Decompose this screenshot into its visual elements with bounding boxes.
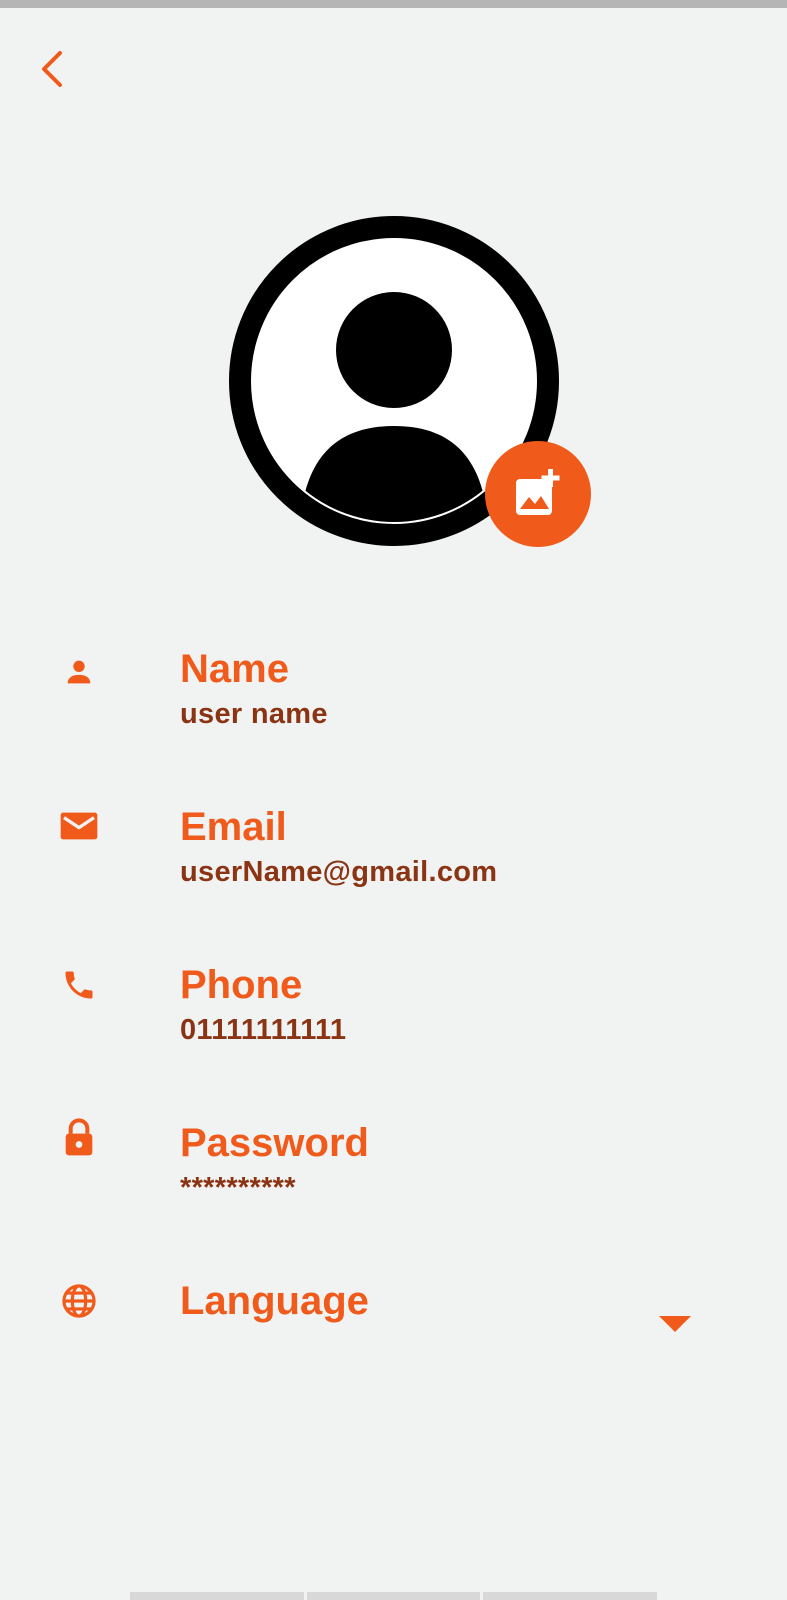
email-label: Email [180, 805, 287, 849]
password-label: Password [180, 1121, 369, 1165]
name-row[interactable]: Name user name [0, 640, 787, 750]
bottom-bar-segment [306, 1592, 481, 1600]
lock-icon [58, 1116, 100, 1158]
person-icon [58, 651, 100, 693]
language-label: Language [180, 1279, 369, 1323]
bottom-bar [130, 1592, 658, 1600]
name-value: user name [180, 698, 328, 730]
caret-down-icon [659, 1316, 691, 1332]
status-bar [0, 0, 787, 8]
phone-row[interactable]: Phone 01111111111 [0, 956, 787, 1066]
add-photo-button[interactable] [485, 441, 591, 547]
email-row[interactable]: Email userName@gmail.com [0, 798, 787, 908]
bottom-bar-segment [483, 1592, 658, 1600]
bottom-bar-segment [130, 1592, 304, 1600]
globe-icon [58, 1280, 100, 1322]
password-row[interactable]: Password ********** [0, 1114, 787, 1224]
phone-value: 01111111111 [180, 1014, 347, 1046]
back-button[interactable] [30, 44, 74, 94]
phone-icon [58, 964, 100, 1006]
password-value: ********** [180, 1172, 296, 1204]
profile-avatar [229, 216, 591, 547]
name-label: Name [180, 647, 289, 691]
email-value: userName@gmail.com [180, 856, 498, 888]
language-dropdown[interactable] [657, 1313, 693, 1335]
mail-icon [58, 805, 100, 847]
phone-label: Phone [180, 963, 303, 1007]
chevron-left-icon [42, 51, 62, 87]
add-photo-icon [516, 469, 560, 515]
